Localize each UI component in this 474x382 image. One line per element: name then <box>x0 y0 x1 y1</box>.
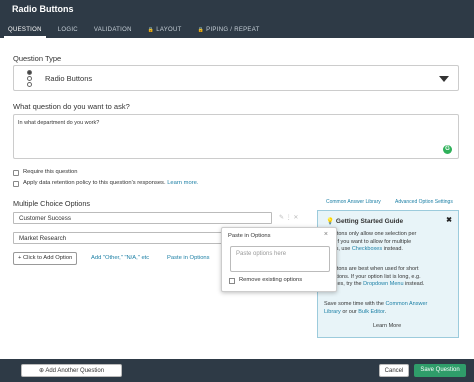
question-type-select[interactable]: Radio Buttons <box>13 65 459 91</box>
lock-icon: 🔒 <box>197 27 205 33</box>
tab-piping-repeat[interactable]: 🔒 PIPING / REPEAT <box>190 25 268 38</box>
add-another-question-label: Add Another Question <box>45 368 105 374</box>
tab-logic-label: LOGIC <box>57 27 78 33</box>
radio-buttons-icon <box>25 69 33 89</box>
tab-validation-label: VALIDATION <box>93 27 132 33</box>
chevron-down-icon <box>439 76 449 82</box>
guide-line-8b: or our <box>340 308 359 315</box>
guide-line-2: tion. If you want to allow for multiple <box>324 238 412 245</box>
guide-learn-more-link[interactable]: Learn More <box>373 323 433 331</box>
tab-question[interactable]: QUESTION <box>0 25 50 38</box>
plus-icon: ⊕ <box>38 368 44 374</box>
choice-input-1[interactable]: Customer Success <box>13 212 272 224</box>
retention-label: Apply data retention policy to this ques… <box>23 180 166 186</box>
tab-question-label: QUESTION <box>8 27 42 33</box>
question-text-input[interactable]: In what department do you work? G <box>13 114 459 159</box>
add-another-question-button[interactable]: ⊕ Add Another Question <box>21 364 122 377</box>
editor-title: Radio Buttons <box>12 4 74 14</box>
common-answer-link[interactable]: Common Answer <box>385 301 427 307</box>
getting-started-guide: 💡 Getting Started Guide ✖ o Buttons only… <box>317 210 459 338</box>
lightbulb-icon: 💡 <box>326 218 335 225</box>
question-type-label: Question Type <box>13 54 62 63</box>
tab-validation[interactable]: VALIDATION <box>86 25 140 38</box>
choice-row-actions: ✎ ⋮ ✕ <box>279 214 298 221</box>
guide-line-5: of options. If your option list is long,… <box>324 273 421 280</box>
library-link[interactable]: Library <box>324 309 341 315</box>
retention-text: Apply data retention policy to this ques… <box>23 180 198 186</box>
common-answer-library-link[interactable]: Common Answer Library <box>326 199 381 205</box>
remove-existing-label: Remove existing options <box>239 277 303 283</box>
require-checkbox[interactable] <box>13 170 19 176</box>
guide-paragraph-1: o Buttons only allow one selection per t… <box>324 231 456 254</box>
cancel-button[interactable]: Cancel <box>379 364 409 377</box>
advanced-option-settings-link[interactable]: Advanced Option Settings <box>395 199 453 205</box>
paste-options-link[interactable]: Paste in Options <box>167 255 210 261</box>
tab-layout-label: LAYOUT <box>156 27 182 33</box>
grammar-check-icon[interactable]: G <box>443 145 452 154</box>
edit-icon[interactable]: ✎ <box>279 215 284 221</box>
editor-header: Radio Buttons QUESTION LOGIC VALIDATION … <box>0 0 474 38</box>
guide-paragraph-2: o Buttons are best when used for short o… <box>324 266 456 289</box>
guide-title: 💡 Getting Started Guide <box>326 217 403 225</box>
guide-line-4: o Buttons are best when used for short <box>324 266 419 272</box>
guide-line-6c: instead. <box>403 281 425 287</box>
close-icon[interactable]: ✖ <box>446 216 452 224</box>
add-option-button[interactable]: + Click to Add Option <box>13 252 78 265</box>
choice-value-1: Customer Success <box>19 215 71 222</box>
add-other-link[interactable]: Add "Other," "N/A," etc <box>91 255 149 261</box>
retention-learn-more-link[interactable]: Learn more. <box>167 180 198 186</box>
guide-line-8d: . <box>384 308 387 315</box>
choices-label: Multiple Choice Options <box>13 199 91 208</box>
guide-line-3c: instead. <box>382 246 403 252</box>
choice-value-2: Market Research <box>19 235 67 242</box>
guide-line-7a: Save some time with the <box>324 301 386 307</box>
guide-title-text: Getting Started Guide <box>335 218 404 225</box>
retention-checkbox[interactable] <box>13 181 19 187</box>
question-text-label: What question do you want to ask? <box>13 102 130 111</box>
more-icon[interactable]: ⋮ <box>286 215 292 221</box>
paste-options-placeholder: Paste options here <box>236 251 287 257</box>
question-text-value: In what department do you work? <box>18 120 100 126</box>
close-icon[interactable]: × <box>324 231 328 238</box>
tab-piping-label: PIPING / REPEAT <box>206 27 260 33</box>
guide-line-1: o Buttons only allow one selection per <box>324 231 417 237</box>
tab-logic[interactable]: LOGIC <box>50 25 86 38</box>
editor-footer: ⊕ Add Another Question Cancel Save Quest… <box>0 359 474 382</box>
lock-icon: 🔒 <box>147 27 155 33</box>
paste-options-popup: Paste in Options × Paste options here Re… <box>221 227 337 292</box>
editor-tabs: QUESTION LOGIC VALIDATION 🔒 LAYOUT 🔒 PIPIN… <box>0 25 268 38</box>
checkboxes-link[interactable]: Checkboxes <box>352 246 382 252</box>
guide-paragraph-3: Save some time with the Common Answer Li… <box>324 301 456 316</box>
dropdown-menu-link[interactable]: Dropdown Menu <box>363 281 403 287</box>
bulk-editor-link[interactable]: Bulk Editor <box>358 309 384 315</box>
remove-existing-checkbox[interactable] <box>229 278 235 284</box>
question-type-value: Radio Buttons <box>45 74 93 83</box>
require-label: Require this question <box>23 169 78 175</box>
save-question-button[interactable]: Save Question <box>414 364 466 377</box>
paste-options-textarea[interactable]: Paste options here <box>230 246 330 272</box>
tab-layout[interactable]: 🔒 LAYOUT <box>140 25 190 38</box>
paste-popup-title: Paste in Options <box>228 233 271 239</box>
delete-icon[interactable]: ✕ <box>293 215 298 221</box>
